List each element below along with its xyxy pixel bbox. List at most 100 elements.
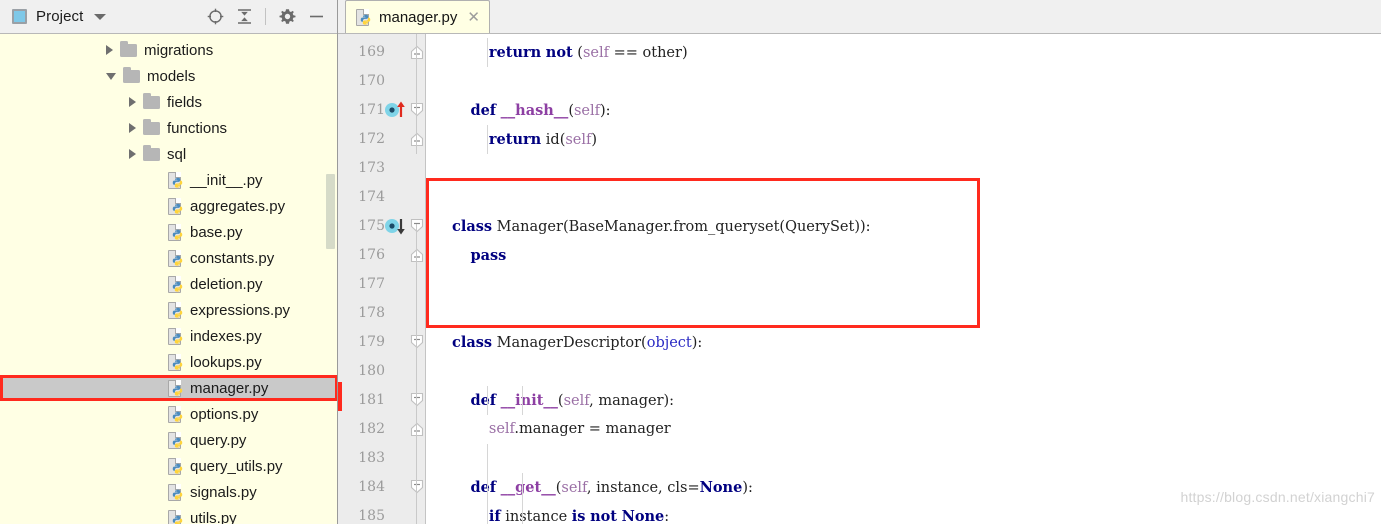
folder-icon	[120, 40, 137, 57]
toolbar-divider	[265, 8, 266, 25]
project-panel-title: Project	[36, 8, 84, 25]
chevron-right-icon[interactable]	[129, 149, 136, 159]
fold-start-icon[interactable]	[409, 218, 425, 234]
editor-gutter[interactable]: 169 170 171 172 173 174 175 176 177 178 179 180 181 1…	[338, 34, 426, 524]
fold-start-icon[interactable]	[409, 334, 425, 350]
tree-item-label: manager.py	[190, 379, 269, 397]
tab-manager-py[interactable]: manager.py ✕	[345, 0, 490, 33]
project-panel-toolbar	[202, 4, 329, 30]
code-line: pass	[470, 247, 507, 264]
python-file-icon	[168, 223, 184, 241]
fold-end-icon[interactable]	[409, 421, 425, 437]
gear-icon[interactable]	[274, 4, 300, 30]
tree-item[interactable]: query_utils.py	[0, 453, 337, 479]
tree-item[interactable]: sql	[0, 141, 337, 167]
python-file-icon	[168, 275, 184, 293]
tree-item-label: query.py	[190, 431, 247, 449]
python-file-icon	[168, 483, 184, 501]
chevron-down-icon[interactable]	[94, 13, 107, 20]
indent-guide	[487, 125, 488, 154]
tree-item-label: fields	[167, 93, 203, 111]
python-logo-icon	[172, 463, 183, 474]
fold-start-icon[interactable]	[409, 102, 425, 118]
python-logo-icon	[172, 203, 183, 214]
line-number: 171	[358, 102, 385, 118]
locate-target-icon[interactable]	[202, 4, 228, 30]
line-number: 178	[358, 305, 385, 321]
tree-item-label: expressions.py	[190, 301, 291, 319]
fold-end-icon[interactable]	[409, 44, 425, 60]
python-file-icon	[168, 171, 184, 189]
chevron-right-icon[interactable]	[129, 97, 136, 107]
tree-item-selected[interactable]: manager.py	[0, 375, 337, 401]
code-editor: manager.py ✕ 169 170 171 172 173 174 175 176 177…	[338, 0, 1381, 524]
line-number: 180	[358, 363, 385, 379]
line-number: 183	[358, 450, 385, 466]
editor-tabbar: manager.py ✕	[338, 0, 1381, 34]
tree-item-label: signals.py	[190, 483, 257, 501]
tree-item[interactable]: __init__.py	[0, 167, 337, 193]
python-file-icon	[168, 301, 184, 319]
code-line: return id(self)	[488, 131, 598, 148]
tree-item[interactable]: deletion.py	[0, 271, 337, 297]
tree-item[interactable]: base.py	[0, 219, 337, 245]
tree-item[interactable]: models	[0, 63, 337, 89]
project-file-tree[interactable]: migrations models fields functions sql __init…	[0, 34, 337, 524]
chevron-down-icon[interactable]	[106, 72, 116, 80]
tree-item-label: indexes.py	[190, 327, 262, 345]
python-logo-icon	[172, 515, 183, 524]
tree-item[interactable]: constants.py	[0, 245, 337, 271]
fold-start-icon[interactable]	[409, 392, 425, 408]
tree-item[interactable]: expressions.py	[0, 297, 337, 323]
line-number: 179	[358, 334, 385, 350]
python-file-icon	[168, 457, 184, 475]
tree-item-label: functions	[167, 119, 228, 137]
chevron-right-icon[interactable]	[129, 123, 136, 133]
python-logo-icon	[172, 307, 183, 318]
code-highlight-box	[426, 178, 980, 328]
python-logo-icon	[172, 437, 183, 448]
tree-item[interactable]: signals.py	[0, 479, 337, 505]
fold-column[interactable]	[408, 34, 426, 524]
python-file-icon	[168, 197, 184, 215]
line-number: 172	[358, 131, 385, 147]
tree-item[interactable]: lookups.py	[0, 349, 337, 375]
python-file-icon	[168, 327, 184, 345]
tree-item-label: migrations	[144, 41, 214, 59]
tree-item[interactable]: aggregates.py	[0, 193, 337, 219]
fold-connector	[416, 34, 417, 154]
code-line: if instance is not None:	[488, 508, 670, 524]
tree-item-label: deletion.py	[190, 275, 263, 293]
tree-item-label: sql	[167, 145, 187, 163]
tree-item[interactable]: functions	[0, 115, 337, 141]
tree-item[interactable]: migrations	[0, 37, 337, 63]
override-down-icon[interactable]	[384, 216, 410, 236]
tree-item[interactable]: indexes.py	[0, 323, 337, 349]
folder-icon	[123, 66, 140, 83]
python-file-icon	[168, 431, 184, 449]
tree-item[interactable]: utils.py	[0, 505, 337, 524]
code-view[interactable]: 169 170 171 172 173 174 175 176 177 178 179 180 181 1…	[338, 34, 1381, 524]
fold-start-icon[interactable]	[409, 479, 425, 495]
python-logo-icon	[172, 229, 183, 240]
python-file-icon	[168, 353, 184, 371]
tree-item-label: lookups.py	[190, 353, 262, 371]
override-up-icon[interactable]	[384, 100, 410, 120]
tree-item[interactable]: options.py	[0, 401, 337, 427]
line-number: 185	[358, 508, 385, 524]
minimize-icon[interactable]	[303, 4, 329, 30]
collapse-all-icon[interactable]	[231, 4, 257, 30]
chevron-right-icon[interactable]	[106, 45, 113, 55]
code-text[interactable]: https://blog.csdn.net/xiangchi7 return n…	[426, 34, 1381, 524]
folder-icon	[143, 118, 160, 135]
python-logo-icon	[172, 359, 183, 370]
python-file-icon	[168, 405, 184, 423]
line-number: 174	[358, 189, 385, 205]
fold-end-icon[interactable]	[409, 247, 425, 263]
tree-item[interactable]: query.py	[0, 427, 337, 453]
indent-guide	[522, 473, 523, 524]
tree-item[interactable]: fields	[0, 89, 337, 115]
close-icon[interactable]: ✕	[467, 10, 480, 25]
line-number: 170	[358, 73, 385, 89]
fold-end-icon[interactable]	[409, 131, 425, 147]
